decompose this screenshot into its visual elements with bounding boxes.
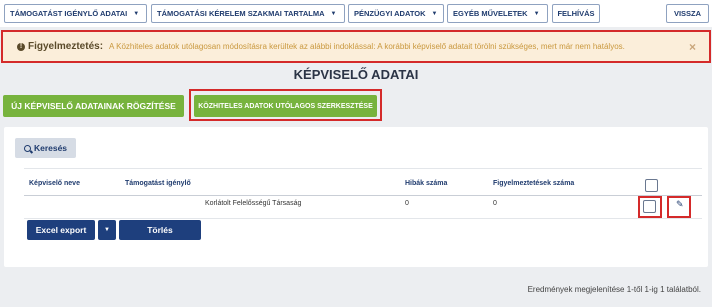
close-icon[interactable]: × bbox=[689, 40, 696, 54]
chevron-down-icon: ▼ bbox=[330, 10, 337, 17]
delete-button[interactable]: Törlés bbox=[119, 220, 201, 240]
table-header-divider bbox=[24, 195, 702, 196]
new-representative-button[interactable]: ÚJ KÉPVISELŐ ADATAINAK RÖGZÍTÉSE bbox=[3, 95, 184, 117]
alert-title: Figyelmeztetés: bbox=[28, 41, 104, 52]
pencil-icon[interactable]: ✎ bbox=[676, 199, 684, 210]
column-header-tamogatast-igenylo[interactable]: Támogatást igénylő bbox=[125, 180, 191, 187]
page-title: KÉPVISELŐ ADATAI bbox=[293, 67, 419, 82]
edit-public-data-button[interactable]: KÖZHITELES ADATOK UTÓLAGOS SZERKESZTÉSE bbox=[194, 95, 377, 117]
exclamation-circle-icon: ! bbox=[17, 42, 25, 51]
nav-tamogatast-igenylo-adatai[interactable]: TÁMOGATÁST IGÉNYLŐ ADATAI ▼ bbox=[4, 4, 147, 23]
nav-label: FELHÍVÁS bbox=[557, 9, 595, 18]
select-all-checkbox[interactable] bbox=[645, 179, 658, 192]
cell-figyelmeztetesek-szama: 0 bbox=[493, 200, 497, 207]
results-table bbox=[24, 168, 702, 218]
top-navigation: TÁMOGATÁST IGÉNYLŐ ADATAI ▼ TÁMOGATÁSI K… bbox=[0, 0, 712, 27]
nav-label: TÁMOGATÁSI KÉRELEM SZAKMAI TARTALMA bbox=[157, 9, 325, 18]
export-options-dropdown[interactable]: ▼ bbox=[98, 220, 116, 240]
back-button[interactable]: VISSZA bbox=[666, 4, 709, 23]
table-row-divider bbox=[24, 218, 702, 219]
nav-label: EGYÉB MŰVELETEK bbox=[453, 9, 528, 18]
chevron-down-icon: ▼ bbox=[431, 10, 438, 17]
pagination-info: Eredmények megjelenítése 1-től 1-ig 1 ta… bbox=[527, 285, 701, 294]
chevron-down-icon: ▼ bbox=[533, 10, 540, 17]
column-header-kepviselo-neve[interactable]: Képviselő neve bbox=[29, 180, 80, 187]
nav-penzugyi-adatok[interactable]: PÉNZÜGYI ADATOK ▼ bbox=[348, 4, 444, 23]
nav-tamogatasi-kerelem[interactable]: TÁMOGATÁSI KÉRELEM SZAKMAI TARTALMA ▼ bbox=[151, 4, 345, 23]
cell-tamogatast-igenylo: Korlátolt Felelősségű Társaság bbox=[205, 200, 302, 207]
excel-export-button[interactable]: Excel export bbox=[27, 220, 95, 240]
nav-felhivas[interactable]: FELHÍVÁS bbox=[552, 4, 600, 23]
column-header-figyelmeztetesek-szama[interactable]: Figyelmeztetések száma bbox=[493, 180, 574, 187]
row-select-checkbox[interactable] bbox=[643, 200, 656, 213]
warning-alert: ! Figyelmeztetés: A Közhiteles adatok ut… bbox=[1, 30, 711, 63]
nav-egyeb-muveletek[interactable]: EGYÉB MŰVELETEK ▼ bbox=[447, 4, 548, 23]
search-label: Keresés bbox=[33, 143, 68, 153]
column-header-hibak-szama[interactable]: Hibák száma bbox=[405, 180, 447, 187]
alert-message: A Közhiteles adatok utólagosan módosítás… bbox=[109, 42, 625, 51]
search-button[interactable]: Keresés bbox=[15, 138, 76, 158]
chevron-down-icon: ▼ bbox=[133, 10, 140, 17]
back-label: VISSZA bbox=[673, 9, 702, 18]
search-icon bbox=[23, 144, 31, 152]
cell-hibak-szama: 0 bbox=[405, 200, 409, 207]
nav-label: PÉNZÜGYI ADATOK bbox=[354, 9, 426, 18]
nav-label: TÁMOGATÁST IGÉNYLŐ ADATAI bbox=[10, 9, 128, 18]
